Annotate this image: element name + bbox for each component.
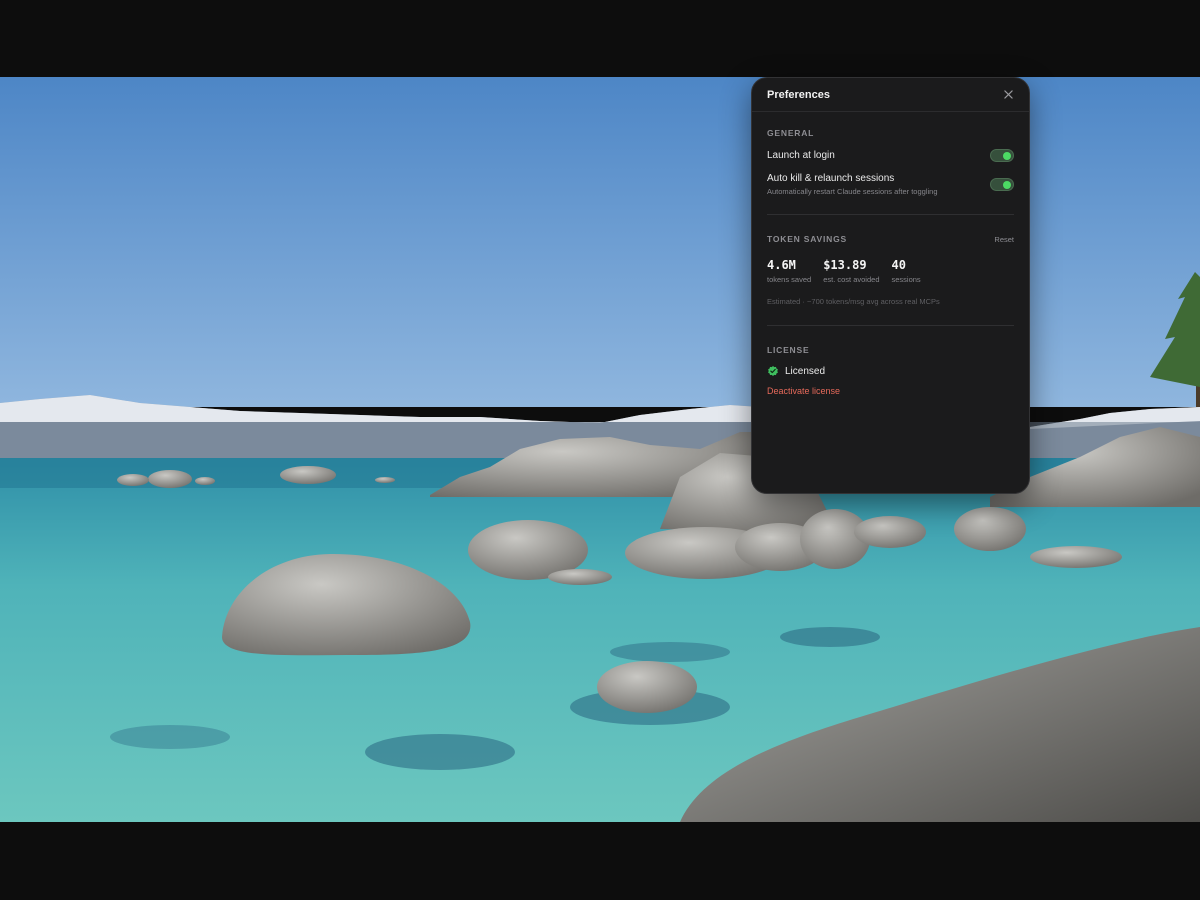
license-status-label: Licensed xyxy=(785,365,826,377)
panel-header: Preferences xyxy=(752,78,1029,112)
stat-cost-avoided: $13.89 est. cost avoided xyxy=(823,258,879,284)
auto-kill-text: Auto kill & relaunch sessions Automatica… xyxy=(767,173,938,196)
verified-badge-icon xyxy=(768,366,778,376)
token-savings-note: Estimated · ~700 tokens/msg avg across r… xyxy=(767,297,940,306)
toggle-knob xyxy=(1003,181,1011,189)
auto-kill-toggle[interactable] xyxy=(990,178,1014,191)
stat-value: 40 xyxy=(891,258,906,272)
stat-value: 4.6M xyxy=(767,258,796,272)
auto-kill-description: Automatically restart Claude sessions af… xyxy=(767,187,938,196)
stat-label: tokens saved xyxy=(767,275,812,284)
preferences-panel: Preferences GENERAL Launch at login Auto… xyxy=(751,77,1030,494)
license-section: LICENSE Licensed Deactivate license xyxy=(752,326,1029,399)
stat-sessions: 40 sessions xyxy=(892,258,921,284)
token-savings-title: TOKEN SAVINGS xyxy=(767,234,847,244)
auto-kill-label: Auto kill & relaunch sessions xyxy=(767,173,895,184)
stat-value: $13.89 xyxy=(823,258,867,272)
launch-at-login-row: Launch at login xyxy=(767,149,1014,162)
license-section-title: LICENSE xyxy=(767,345,810,355)
deactivate-license-link[interactable]: Deactivate license xyxy=(767,386,840,396)
letterbox-bottom xyxy=(0,822,1200,900)
panel-title: Preferences xyxy=(767,88,830,101)
launch-at-login-label: Launch at login xyxy=(767,150,835,161)
token-stats: 4.6M tokens saved $13.89 est. cost avoid… xyxy=(767,258,1014,284)
close-button[interactable] xyxy=(1001,88,1015,102)
reset-button[interactable]: Reset xyxy=(994,235,1014,244)
license-status: Licensed xyxy=(767,365,1014,377)
token-savings-header: TOKEN SAVINGS Reset xyxy=(767,234,1014,244)
stat-label: sessions xyxy=(891,275,921,284)
letterbox-top xyxy=(0,0,1200,77)
general-section-title: GENERAL xyxy=(767,128,815,138)
close-icon xyxy=(1003,90,1013,99)
stat-label: est. cost avoided xyxy=(823,275,880,284)
stat-tokens-saved: 4.6M tokens saved xyxy=(767,258,811,284)
general-section: GENERAL Launch at login Auto kill & rela… xyxy=(752,112,1029,214)
auto-kill-row: Auto kill & relaunch sessions Automatica… xyxy=(767,173,1014,196)
token-savings-section: TOKEN SAVINGS Reset 4.6M tokens saved $1… xyxy=(752,215,1029,325)
launch-at-login-toggle[interactable] xyxy=(990,149,1014,162)
toggle-knob xyxy=(1003,152,1011,160)
